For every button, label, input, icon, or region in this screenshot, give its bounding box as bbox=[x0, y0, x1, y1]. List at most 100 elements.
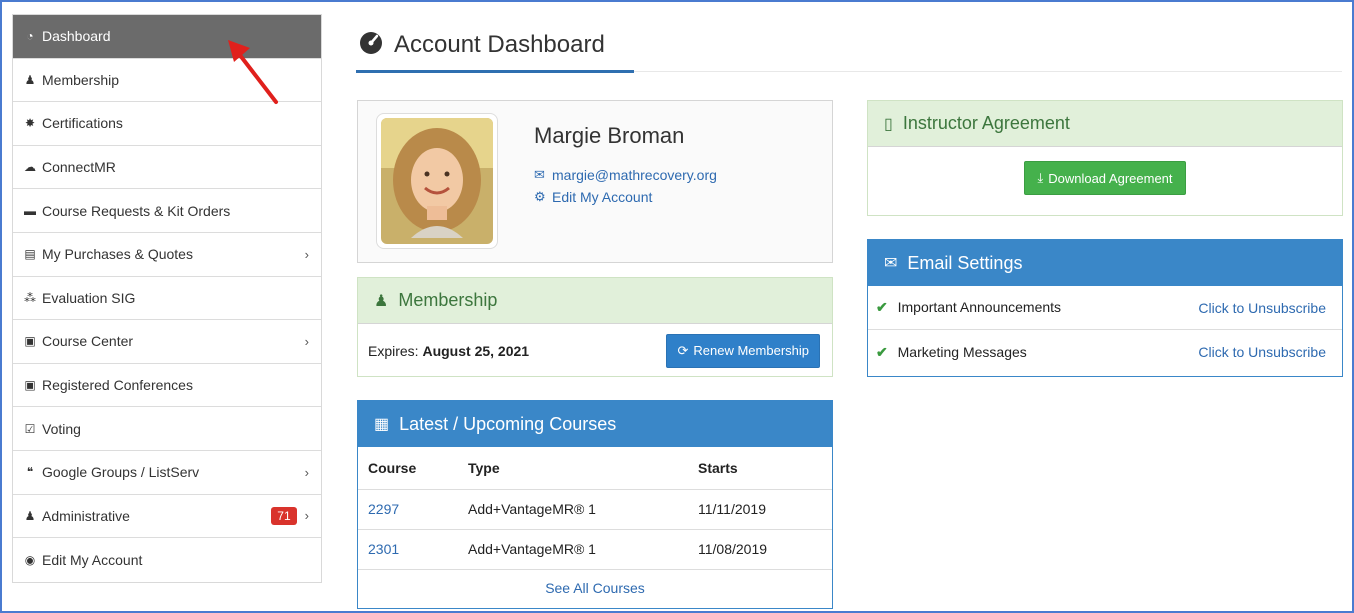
sidebar-item-certifications[interactable]: ✸ Certifications bbox=[13, 102, 321, 146]
download-label: Download Agreement bbox=[1048, 170, 1173, 186]
annotation-arrow-icon bbox=[228, 40, 278, 104]
page-header: Account Dashboard bbox=[356, 30, 1342, 73]
sidebar-item-purchases[interactable]: ▤ My Purchases & Quotes › bbox=[13, 233, 321, 277]
membership-expiry: Expires: August 25, 2021 bbox=[368, 343, 529, 359]
sidebar-item-evaluation-sig[interactable]: ⁂ Evaluation SIG bbox=[13, 277, 321, 321]
renew-membership-button[interactable]: ⟳ Renew Membership bbox=[666, 333, 820, 368]
email-header: ✉ Email Settings bbox=[868, 240, 1342, 286]
email-setting-row: ✔ Marketing Messages Click to Unsubscrib… bbox=[868, 330, 1342, 374]
dashboard-icon bbox=[358, 30, 384, 60]
courses-header: ▦ Latest / Upcoming Courses bbox=[358, 401, 832, 447]
app-frame: ◔ Dashboard ♟ Membership ✸ Certification… bbox=[0, 0, 1354, 613]
users-icon: ⁂ bbox=[24, 290, 36, 305]
column-header: Starts bbox=[688, 447, 832, 490]
sidebar-item-course-center[interactable]: ▣ Course Center › bbox=[13, 320, 321, 364]
check-icon: ✔ bbox=[876, 343, 888, 360]
profile-card: Margie Broman ✉ margie@mathrecovery.org … bbox=[357, 100, 833, 263]
sidebar-item-label: ConnectMR bbox=[42, 159, 116, 176]
chevron-right-icon: › bbox=[304, 246, 309, 262]
sidebar-item-label: Administrative bbox=[42, 507, 130, 524]
refresh-icon: ⟳ bbox=[677, 342, 689, 358]
expires-label: Expires: bbox=[368, 342, 419, 359]
calendar-icon: ▦ bbox=[374, 416, 390, 433]
envelope-icon: ✉ bbox=[884, 255, 898, 272]
sidebar-item-label: My Purchases & Quotes bbox=[42, 246, 193, 263]
expires-date: August 25, 2021 bbox=[422, 342, 530, 359]
profile-photo bbox=[376, 113, 498, 249]
sidebar-item-registered-conferences[interactable]: ▣ Registered Conferences bbox=[13, 364, 321, 408]
email-title: Email Settings bbox=[907, 252, 1023, 273]
sidebar-item-label: Voting bbox=[42, 420, 81, 437]
edit-account-label: Edit My Account bbox=[552, 189, 653, 205]
check-icon: ✔ bbox=[876, 299, 888, 315]
email-settings-panel: ✉ Email Settings ✔ Important Announcemen… bbox=[867, 239, 1343, 377]
table-row: 2297 Add+VantageMR® 1 11/11/2019 bbox=[358, 489, 832, 530]
course-link[interactable]: 2301 bbox=[368, 541, 399, 557]
membership-title: Membership bbox=[398, 290, 498, 310]
sidebar-item-administrative[interactable]: ♟ Administrative 71 › bbox=[13, 495, 321, 539]
sidebar-item-label: Certifications bbox=[42, 115, 123, 132]
sidebar-item-label: Evaluation SIG bbox=[42, 289, 136, 306]
chevron-right-icon: › bbox=[304, 333, 309, 349]
email-setting-row: ✔ Important Announcements Click to Unsub… bbox=[868, 286, 1342, 330]
see-all-courses-link[interactable]: See All Courses bbox=[358, 570, 832, 606]
email-setting-label: Important Announcements bbox=[897, 299, 1062, 315]
chevron-right-icon: › bbox=[304, 508, 309, 524]
profile-email: margie@mathrecovery.org bbox=[552, 167, 717, 183]
document-icon: ▯ bbox=[884, 115, 893, 133]
dashboard-icon: ◔ bbox=[26, 29, 34, 44]
sidebar-item-label: Course Center bbox=[42, 333, 134, 350]
membership-header: ♟ Membership bbox=[358, 278, 832, 324]
unsubscribe-link[interactable]: Click to Unsubscribe bbox=[1198, 344, 1326, 360]
course-start: 11/11/2019 bbox=[688, 489, 832, 530]
sidebar-item-connectmr[interactable]: ☁ ConnectMR bbox=[13, 146, 321, 190]
edit-account-link[interactable]: ⚙ Edit My Account bbox=[534, 189, 652, 205]
user-icon: ♟ bbox=[374, 292, 389, 310]
title-underline bbox=[356, 70, 634, 73]
instructor-agreement-panel: ▯ Instructor Agreement ⤓ Download Agreem… bbox=[867, 100, 1343, 216]
page-title-text: Account Dashboard bbox=[394, 31, 605, 58]
user-icon: ♟ bbox=[24, 72, 36, 87]
download-agreement-button[interactable]: ⤓ Download Agreement bbox=[1024, 161, 1186, 195]
gear-icon: ⚙ bbox=[534, 189, 546, 204]
sidebar-item-label: Edit My Account bbox=[42, 551, 143, 568]
sidebar-item-edit-account[interactable]: ◉ Edit My Account bbox=[13, 538, 321, 582]
sidebar-item-label: Course Requests & Kit Orders bbox=[42, 202, 231, 219]
sidebar-item-voting[interactable]: ☑ Voting bbox=[13, 407, 321, 451]
envelope-icon: ✉ bbox=[534, 167, 545, 182]
sidebar-item-course-requests[interactable]: ▬ Course Requests & Kit Orders bbox=[13, 189, 321, 233]
certificate-icon: ✸ bbox=[24, 116, 36, 131]
courses-title: Latest / Upcoming Courses bbox=[399, 413, 617, 434]
chevron-right-icon: › bbox=[304, 464, 309, 480]
sidebar-item-google-groups[interactable]: ❝ Google Groups / ListServ › bbox=[13, 451, 321, 495]
unsubscribe-link[interactable]: Click to Unsubscribe bbox=[1198, 300, 1326, 316]
sidebar-item-label: Google Groups / ListServ bbox=[42, 464, 200, 481]
teacher-icon: ▣ bbox=[24, 334, 36, 349]
page-title: Account Dashboard bbox=[356, 30, 1342, 60]
comments-icon: ❝ bbox=[26, 465, 34, 480]
email-setting-label: Marketing Messages bbox=[897, 343, 1027, 360]
course-start: 11/08/2019 bbox=[688, 529, 832, 570]
course-type: Add+VantageMR® 1 bbox=[458, 529, 688, 570]
vote-icon: ☑ bbox=[24, 421, 36, 436]
download-icon: ⤓ bbox=[1037, 170, 1044, 185]
toolbox-icon: ▬ bbox=[24, 203, 36, 218]
user-circle-icon: ◉ bbox=[24, 552, 36, 567]
user-cog-icon: ♟ bbox=[24, 508, 36, 523]
sidebar-item-label: Registered Conferences bbox=[42, 377, 193, 394]
cloud-icon: ☁ bbox=[24, 160, 36, 175]
boxes-icon: ▤ bbox=[24, 247, 36, 262]
profile-email-link[interactable]: ✉ margie@mathrecovery.org bbox=[534, 167, 717, 183]
notification-badge: 71 bbox=[271, 506, 297, 525]
membership-panel: ♟ Membership Expires: August 25, 2021 ⟳ … bbox=[357, 277, 833, 377]
instructor-title: Instructor Agreement bbox=[902, 113, 1070, 133]
teacher-icon: ▣ bbox=[24, 378, 36, 393]
renew-label: Renew Membership bbox=[693, 343, 809, 358]
table-row: 2301 Add+VantageMR® 1 11/08/2019 bbox=[358, 529, 832, 570]
column-header: Course bbox=[358, 447, 458, 490]
course-type: Add+VantageMR® 1 bbox=[458, 489, 688, 530]
profile-name: Margie Broman bbox=[534, 123, 685, 148]
courses-panel: ▦ Latest / Upcoming Courses Course Type … bbox=[357, 400, 833, 609]
courses-table: Course Type Starts 2297 Add+VantageMR® 1… bbox=[358, 447, 832, 570]
course-link[interactable]: 2297 bbox=[368, 501, 399, 517]
